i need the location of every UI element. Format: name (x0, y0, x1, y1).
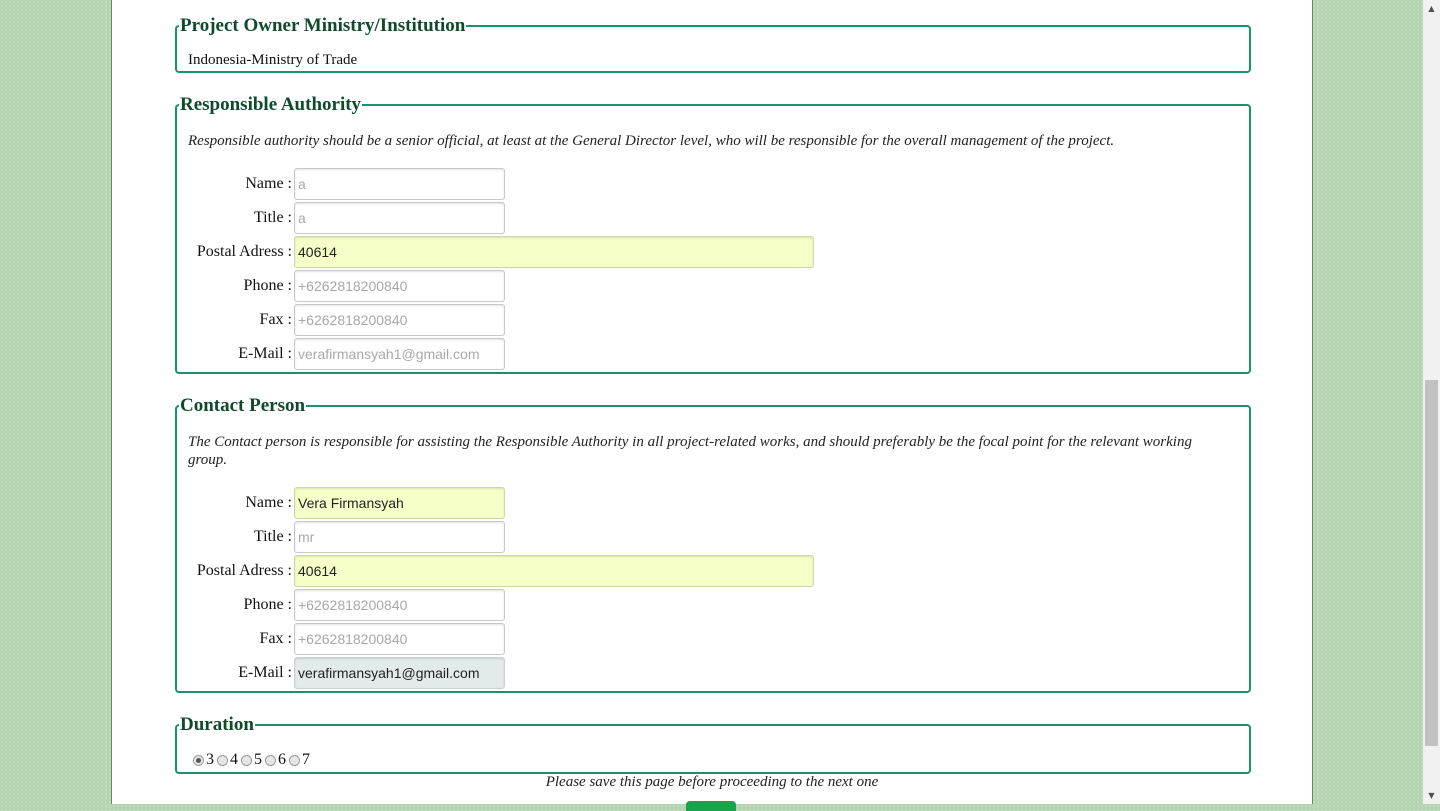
duration-option-7[interactable]: 7 (289, 751, 310, 769)
ra-name-input[interactable] (294, 168, 505, 200)
radio-icon[interactable] (241, 754, 252, 766)
ra-postal-input[interactable] (294, 236, 814, 268)
owner-value: Indonesia-Ministry of Trade (188, 52, 358, 68)
ra-email-input[interactable] (294, 338, 505, 370)
ra-postal-label: Postal Adress : (196, 243, 292, 260)
ra-phone-label: Phone : (243, 277, 292, 294)
duration-option-label: 4 (230, 751, 238, 768)
scroll-up-icon[interactable]: ▲ (1423, 0, 1440, 17)
duration-option-3[interactable]: 3 (193, 751, 214, 769)
ra-fax-label: Fax : (259, 311, 292, 328)
cp-postal-input[interactable] (294, 555, 814, 587)
contact-person-description: The Contact person is responsible for as… (188, 434, 1192, 468)
duration-option-label: 7 (302, 751, 310, 768)
duration-option-label: 3 (206, 751, 214, 768)
cp-name-label: Name : (245, 494, 292, 511)
ra-phone-input[interactable] (294, 270, 505, 302)
ra-name-label: Name : (245, 175, 292, 192)
cp-email-input[interactable] (294, 657, 505, 689)
responsible-authority-description: Responsible authority should be a senior… (188, 133, 1115, 149)
responsible-authority-legend: Responsible Authority (180, 94, 362, 115)
cp-email-label: E-Mail : (238, 664, 292, 681)
ra-title-input[interactable] (294, 202, 505, 234)
duration-option-4[interactable]: 4 (217, 751, 238, 769)
cp-phone-input[interactable] (294, 589, 505, 621)
ra-email-label: E-Mail : (238, 345, 292, 362)
radio-icon[interactable] (265, 754, 276, 766)
scroll-down-icon[interactable]: ▼ (1423, 787, 1440, 804)
contact-person-fieldset: Contact Person The Contact person is res… (175, 396, 1251, 693)
responsible-authority-fieldset: Responsible Authority Responsible author… (175, 95, 1251, 374)
duration-option-6[interactable]: 6 (265, 751, 286, 769)
contact-person-legend: Contact Person (180, 395, 306, 416)
scrollbar-thumb[interactable] (1425, 380, 1438, 746)
duration-option-label: 6 (278, 751, 286, 768)
cp-title-input[interactable] (294, 521, 505, 553)
cp-fax-label: Fax : (259, 630, 292, 647)
duration-fieldset: Duration 3 4 5 6 7 (175, 715, 1251, 774)
ra-fax-input[interactable] (294, 304, 505, 336)
page-content: Project Owner Ministry/Institution Indon… (111, 0, 1313, 811)
cp-phone-label: Phone : (243, 596, 292, 613)
radio-icon[interactable] (289, 754, 300, 766)
duration-radio-group: 3 4 5 6 7 (193, 751, 313, 769)
save-button[interactable] (686, 801, 736, 811)
cp-postal-label: Postal Adress : (196, 562, 292, 579)
owner-legend: Project Owner Ministry/Institution (180, 15, 466, 36)
duration-option-label: 5 (254, 751, 262, 768)
cp-fax-input[interactable] (294, 623, 505, 655)
owner-fieldset: Project Owner Ministry/Institution Indon… (175, 16, 1251, 73)
duration-legend: Duration (180, 714, 254, 735)
save-reminder-text: Please save this page before proceeding … (545, 774, 879, 790)
cp-name-input[interactable] (294, 487, 505, 519)
vertical-scrollbar[interactable]: ▲ ▼ (1423, 0, 1440, 804)
cp-title-label: Title : (253, 528, 292, 545)
radio-icon[interactable] (217, 754, 228, 766)
ra-title-label: Title : (253, 209, 292, 226)
duration-option-5[interactable]: 5 (241, 751, 262, 769)
radio-selected-icon[interactable] (193, 754, 204, 766)
